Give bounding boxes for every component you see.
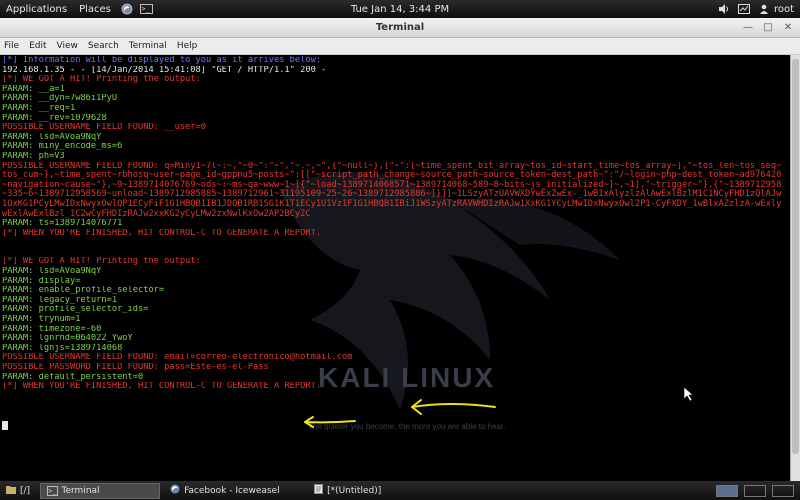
terminal-line: PARAM: lsd=AVoa9NqY — [2, 267, 102, 277]
terminal-prompt[interactable] — [2, 420, 786, 431]
task-browser-label: Facebook - Iceweasel — [184, 485, 280, 496]
iceweasel-launcher-icon[interactable] — [120, 3, 134, 15]
menu-file[interactable]: File — [0, 41, 24, 51]
applications-menu[interactable]: Applications — [0, 4, 73, 15]
task-files[interactable]: [/] — [0, 483, 36, 499]
places-menu[interactable]: Places — [73, 4, 117, 15]
workspace-3[interactable] — [772, 484, 794, 497]
menu-edit[interactable]: Edit — [24, 41, 51, 51]
menu-terminal[interactable]: Terminal — [124, 41, 172, 51]
maximize-icon[interactable]: □ — [762, 22, 774, 34]
terminal-line: 192.168.1.35 - - [14/Jan/2014 15:41:08] … — [2, 65, 327, 75]
terminal-line: POSSIBLE USERNAME FIELD FOUND: email=cor… — [2, 353, 353, 363]
terminal-line: PARAM: enable_profile_selector= — [2, 286, 165, 296]
terminal-line: PARAM: lsd=AVoa9NqY — [2, 132, 102, 142]
terminal-icon: >_ — [47, 485, 58, 496]
terminal-line: PARAM: __req=1 — [2, 103, 76, 113]
terminal-line: PARAM: lgnrnd=064022_YwoY — [2, 334, 133, 344]
menu-view[interactable]: View — [52, 41, 83, 51]
window-menubar: File Edit View Search Terminal Help — [0, 38, 800, 55]
terminal-line: [*] WHEN YOU'RE FINISHED, HIT CONTROL-C … — [2, 228, 322, 238]
window-title: Terminal — [375, 22, 425, 33]
close-icon[interactable]: ✕ — [782, 22, 794, 34]
top-panel: Applications Places >_ Tue Jan 14, 3:44 … — [0, 0, 800, 18]
terminal-output[interactable]: KALI LINUX The quieter you become, the m… — [0, 55, 790, 481]
terminal-line: PARAM: display= — [2, 276, 81, 286]
user-icon[interactable] — [757, 3, 771, 15]
terminal-scrollbar[interactable] — [790, 55, 800, 481]
terminal-line: PARAM: __dyn=7w86i1PyU — [2, 94, 118, 104]
terminal-line: PARAM: legacy_return=1 — [2, 295, 118, 305]
workspace-1[interactable] — [716, 484, 738, 497]
task-files-label: [/] — [20, 485, 31, 496]
browser-icon — [170, 484, 180, 497]
task-terminal[interactable]: >_ Terminal — [40, 482, 161, 499]
scrollbar-thumb[interactable] — [792, 59, 799, 454]
terminal-window: Terminal — □ ✕ File Edit View Search Ter… — [0, 18, 800, 481]
workspace-2[interactable] — [744, 484, 766, 497]
terminal-line: PARAM: miny_encode_ms=6 — [2, 142, 123, 152]
terminal-line: PARAM: default_persistent=0 — [2, 372, 144, 382]
terminal-line: [*] WE GOT A HIT! Printing the output: — [2, 75, 201, 85]
terminal-line: PARAM: profile_selector_ids= — [2, 305, 149, 315]
terminal-line: PARAM: ph=V3 — [2, 151, 65, 161]
text-editor-icon — [314, 484, 324, 497]
task-editor[interactable]: [*(Untitled)] — [308, 483, 387, 499]
terminal-line: POSSIBLE PASSWORD FIELD FOUND: pass=Este… — [2, 363, 269, 372]
cursor-block — [2, 420, 8, 430]
network-icon[interactable] — [737, 3, 751, 15]
terminal-lines: [*] Information will be displayed to you… — [2, 56, 786, 430]
bottom-taskbar: [/] >_ Terminal Facebook - Iceweasel [*(… — [0, 481, 800, 500]
menu-help[interactable]: Help — [172, 41, 203, 51]
terminal-line: POSSIBLE USERNAME FIELD FOUND: __user=0 — [2, 123, 206, 133]
user-menu[interactable]: root — [774, 4, 800, 15]
terminal-line: PARAM: timezone=-60 — [2, 324, 102, 334]
terminal-line: PARAM: ts=1389714076771 — [2, 219, 123, 229]
terminal-line: PARAM: trynum=1 — [2, 315, 81, 325]
terminal-line: PARAM: lgnjs=1389714068 — [2, 343, 123, 353]
terminal-line: [*] WHEN YOU'RE FINISHED, HIT CONTROL-C … — [2, 382, 322, 392]
terminal-line: PARAM: __a=1 — [2, 84, 65, 94]
terminal-line: POSSIBLE USERNAME FIELD FOUND: q=Miny1~7… — [2, 161, 782, 219]
folder-icon — [6, 485, 16, 497]
menu-search[interactable]: Search — [83, 41, 124, 51]
task-terminal-label: Terminal — [61, 485, 100, 496]
minimize-icon[interactable]: — — [742, 22, 754, 34]
task-editor-label: *(Untitled)] — [330, 485, 382, 496]
task-browser[interactable]: Facebook - Iceweasel — [164, 483, 304, 499]
terminal-launcher-icon[interactable]: >_ — [140, 3, 154, 15]
terminal-line: [*] Information will be displayed to you… — [2, 56, 322, 65]
volume-icon[interactable] — [717, 3, 731, 15]
window-titlebar[interactable]: Terminal — □ ✕ — [0, 18, 800, 38]
terminal-line: [*] WE GOT A HIT! Printing the output: — [2, 257, 201, 267]
terminal-line: PARAM: __rev=1079628 — [2, 113, 107, 123]
